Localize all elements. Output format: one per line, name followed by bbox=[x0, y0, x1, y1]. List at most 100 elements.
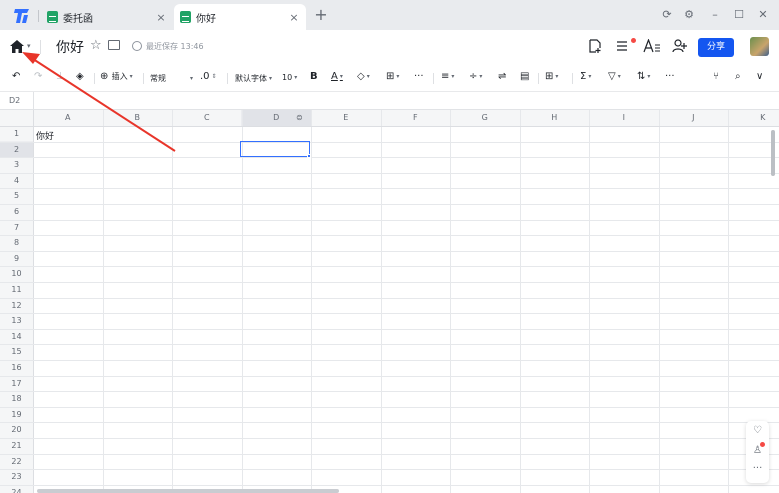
sheet-grid[interactable]: ABCDEFGHIJK 1 2 3 4 5 6 7 8 9 10 11 12 13 14 15 16 17 18 1… bbox=[0, 110, 779, 493]
row-header-20[interactable]: 20 bbox=[0, 425, 33, 434]
row-header-22[interactable]: 22 bbox=[0, 457, 33, 466]
horizontal-align-button[interactable]: ≡ ▾ bbox=[441, 71, 454, 82]
fill-handle[interactable] bbox=[307, 154, 311, 158]
font-color-button[interactable]: A ▾ bbox=[331, 71, 343, 82]
new-tab-button[interactable]: + bbox=[313, 6, 329, 24]
row-header-21[interactable]: 21 bbox=[0, 441, 33, 450]
horizontal-scrollbar[interactable] bbox=[37, 489, 339, 493]
cell-reference[interactable]: D2 bbox=[9, 96, 20, 105]
format-painter-icon[interactable]: ⊥ bbox=[56, 71, 65, 82]
freeze-button[interactable]: ⊞ ▾ bbox=[545, 71, 558, 82]
row-header-11[interactable]: 11 bbox=[0, 285, 33, 294]
tab-close-icon[interactable]: × bbox=[288, 11, 300, 24]
row-header-6[interactable]: 6 bbox=[0, 207, 33, 216]
clear-format-icon[interactable]: ◈ bbox=[76, 71, 84, 82]
freeze-icon: ⊞ bbox=[545, 71, 554, 82]
sort-button[interactable]: ⇅ ▾ bbox=[637, 71, 650, 82]
more-format-icon[interactable]: ··· bbox=[414, 71, 424, 82]
undo-icon[interactable]: ↶ bbox=[12, 71, 20, 82]
document-title[interactable]: 你好 bbox=[56, 37, 84, 57]
redo-icon[interactable]: ↷ bbox=[34, 71, 42, 82]
fill-color-button[interactable]: ◇ ▾ bbox=[357, 71, 370, 82]
collapse-toolbar-icon[interactable]: ∨ bbox=[756, 71, 763, 82]
font-family-select[interactable]: 默认字体 ▾ bbox=[235, 73, 272, 84]
home-dropdown-caret[interactable]: ▾ bbox=[27, 42, 31, 50]
row-header-5[interactable]: 5 bbox=[0, 191, 33, 200]
row-header-2[interactable]: 2 bbox=[0, 145, 33, 154]
column-header-g[interactable]: G bbox=[450, 113, 520, 122]
font-size-select[interactable]: 10 ▾ bbox=[282, 73, 297, 82]
tab-weituohan[interactable]: 委托函 × bbox=[41, 4, 173, 30]
row-header-12[interactable]: 12 bbox=[0, 301, 33, 310]
font-settings-icon[interactable] bbox=[643, 39, 661, 53]
feedback-dot bbox=[760, 442, 765, 447]
vertical-scrollbar[interactable] bbox=[771, 130, 775, 176]
column-header-b[interactable]: B bbox=[103, 113, 173, 122]
number-format-select[interactable]: 常规 ▾ bbox=[150, 73, 193, 84]
row-header-14[interactable]: 14 bbox=[0, 332, 33, 341]
column-header-c[interactable]: C bbox=[172, 113, 242, 122]
row-header-19[interactable]: 19 bbox=[0, 410, 33, 419]
column-header-k[interactable]: K bbox=[728, 113, 779, 122]
star-icon[interactable]: ☆ bbox=[90, 38, 102, 53]
tab-nihao[interactable]: 你好 × bbox=[174, 4, 306, 30]
settings-icon[interactable]: ⚙ bbox=[682, 8, 696, 21]
row-header-24[interactable]: 24 bbox=[0, 488, 33, 493]
more-options-icon[interactable]: ··· bbox=[746, 463, 769, 474]
insert-button[interactable]: ⊕ 插入 ▾ bbox=[100, 71, 133, 82]
row-header-10[interactable]: 10 bbox=[0, 269, 33, 278]
merge-cells-icon[interactable]: ▤ bbox=[520, 71, 529, 82]
column-header-h[interactable]: H bbox=[520, 113, 590, 122]
tab-bar: 委托函 × 你好 × + ⟳ ⚙ – ☐ ✕ bbox=[0, 0, 779, 30]
bold-button[interactable]: B bbox=[310, 71, 318, 82]
filter-icon: ▽ bbox=[608, 71, 616, 82]
filter-button[interactable]: ▽ ▾ bbox=[608, 71, 621, 82]
home-icon[interactable] bbox=[10, 40, 24, 53]
row-header-13[interactable]: 13 bbox=[0, 316, 33, 325]
row-header-18[interactable]: 18 bbox=[0, 394, 33, 403]
row-header-4[interactable]: 4 bbox=[0, 176, 33, 185]
column-filter-icon[interactable]: ⊜ bbox=[296, 113, 303, 122]
share-button[interactable]: 分享 bbox=[698, 38, 734, 57]
row-header-17[interactable]: 17 bbox=[0, 379, 33, 388]
row-header-7[interactable]: 7 bbox=[0, 223, 33, 232]
column-header-i[interactable]: I bbox=[589, 113, 659, 122]
wrap-text-icon[interactable]: ⇌ bbox=[498, 71, 506, 82]
column-header-e[interactable]: E bbox=[311, 113, 381, 122]
add-doc-icon[interactable] bbox=[588, 39, 602, 53]
cell-a1[interactable]: 你好 bbox=[36, 129, 54, 142]
row-header-15[interactable]: 15 bbox=[0, 347, 33, 356]
close-window-button[interactable]: ✕ bbox=[756, 8, 770, 21]
align-icon: ≡ bbox=[441, 71, 450, 82]
search-icon[interactable]: ⌕ bbox=[735, 71, 741, 82]
row-header-9[interactable]: 9 bbox=[0, 254, 33, 263]
tab-close-icon[interactable]: × bbox=[155, 11, 167, 24]
share-data-icon[interactable]: ⑂ bbox=[713, 71, 719, 82]
row-header-23[interactable]: 23 bbox=[0, 472, 33, 481]
borders-button[interactable]: ⊞ ▾ bbox=[386, 71, 399, 82]
row-header-16[interactable]: 16 bbox=[0, 363, 33, 372]
app-logo-icon[interactable] bbox=[13, 7, 31, 25]
sheet-doc-icon bbox=[180, 11, 191, 23]
notifications-icon[interactable] bbox=[617, 40, 631, 52]
decimal-places-control[interactable]: .0 ⇕ bbox=[200, 71, 217, 82]
minimize-button[interactable]: – bbox=[708, 8, 722, 21]
vertical-align-button[interactable]: ÷ ▾ bbox=[469, 71, 482, 82]
sum-button[interactable]: Σ ▾ bbox=[580, 71, 591, 82]
row-header-8[interactable]: 8 bbox=[0, 238, 33, 247]
like-icon[interactable]: ♡ bbox=[746, 425, 769, 436]
more-tools-icon[interactable]: ··· bbox=[665, 71, 675, 82]
column-header-j[interactable]: J bbox=[659, 113, 729, 122]
add-collaborator-icon[interactable] bbox=[672, 39, 687, 53]
toolbar-divider bbox=[143, 73, 144, 84]
feedback-icon[interactable]: ♙ bbox=[746, 445, 769, 456]
column-header-a[interactable]: A bbox=[33, 113, 103, 122]
avatar[interactable] bbox=[750, 37, 769, 56]
maximize-button[interactable]: ☐ bbox=[732, 8, 746, 21]
row-header-3[interactable]: 3 bbox=[0, 160, 33, 169]
sync-icon[interactable]: ⟳ bbox=[660, 8, 674, 21]
column-header-f[interactable]: F bbox=[381, 113, 451, 122]
row-header-1[interactable]: 1 bbox=[0, 129, 33, 138]
move-to-folder-icon[interactable] bbox=[108, 40, 120, 50]
selected-cell-d2[interactable] bbox=[240, 141, 310, 157]
